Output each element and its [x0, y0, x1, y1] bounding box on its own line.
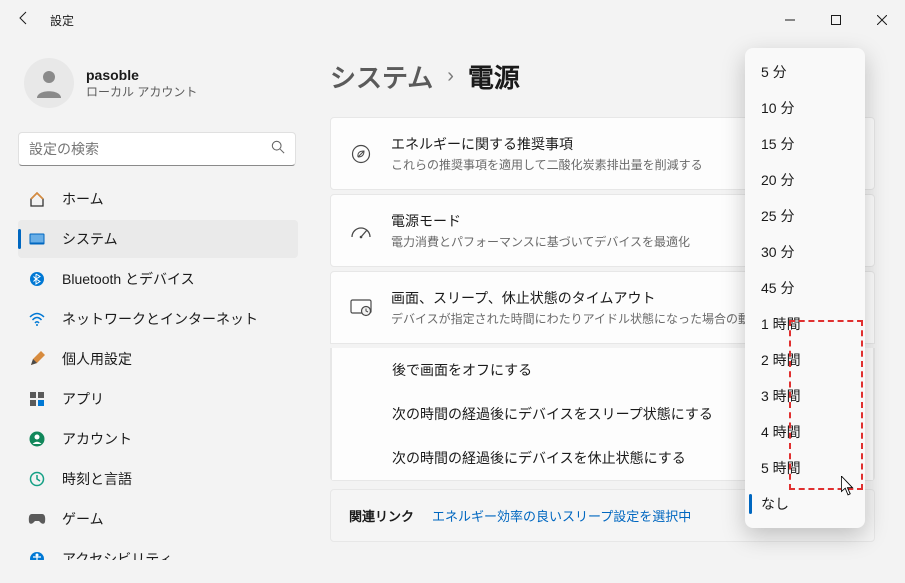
sidebar-item-label: Bluetooth とデバイス [62, 269, 195, 289]
search-field[interactable] [29, 141, 271, 157]
sidebar-item-gaming[interactable]: ゲーム [18, 500, 298, 538]
dropdown-option[interactable]: 25 分 [747, 198, 863, 234]
minimize-button[interactable] [767, 0, 813, 40]
gauge-icon [349, 223, 373, 239]
sidebar-item-accessibility[interactable]: アクセシビリティ [18, 540, 298, 560]
sidebar-item-home[interactable]: ホーム [18, 180, 298, 218]
time-icon [28, 470, 46, 488]
nav: ホーム システム Bluetooth とデバイス ネットワークとインターネット … [18, 180, 298, 560]
dropdown-option[interactable]: 1 時間 [747, 306, 863, 342]
sidebar-item-label: 個人用設定 [62, 349, 132, 369]
dropdown-option[interactable]: 20 分 [747, 162, 863, 198]
sidebar: pasoble ローカル アカウント ホーム システム Bluetooth とデ… [0, 40, 310, 583]
sidebar-item-label: ネットワークとインターネット [62, 309, 258, 329]
accounts-icon [28, 430, 46, 448]
close-button[interactable] [859, 0, 905, 40]
system-icon [28, 230, 46, 248]
sidebar-item-apps[interactable]: アプリ [18, 380, 298, 418]
network-icon [28, 310, 46, 328]
sidebar-item-label: アクセシビリティ [62, 549, 172, 560]
dropdown-option[interactable]: 45 分 [747, 270, 863, 306]
bluetooth-icon [28, 270, 46, 288]
maximize-button[interactable] [813, 0, 859, 40]
related-link[interactable]: エネルギー効率の良いスリープ設定を選択中 [432, 506, 691, 525]
screen-icon [349, 299, 373, 317]
breadcrumb-current: 電源 [468, 58, 520, 95]
avatar [24, 58, 74, 108]
gaming-icon [28, 510, 46, 528]
sidebar-item-label: ゲーム [62, 509, 104, 529]
card-sub: これらの推奨事項を適用して二酸化炭素排出量を削減する [391, 156, 762, 173]
leaf-icon [349, 144, 373, 164]
cursor-icon [841, 476, 855, 496]
sidebar-item-label: アカウント [62, 429, 132, 449]
dropdown-option[interactable]: 4 時間 [747, 414, 863, 450]
sidebar-item-system[interactable]: システム [18, 220, 298, 258]
search-input[interactable] [18, 132, 296, 166]
sidebar-item-network[interactable]: ネットワークとインターネット [18, 300, 298, 338]
sidebar-item-bluetooth[interactable]: Bluetooth とデバイス [18, 260, 298, 298]
sidebar-item-personalization[interactable]: 個人用設定 [18, 340, 298, 378]
dropdown-option[interactable]: 5 分 [747, 54, 863, 90]
dropdown-option[interactable]: 2 時間 [747, 342, 863, 378]
apps-icon [28, 390, 46, 408]
home-icon [28, 190, 46, 208]
sidebar-item-label: 時刻と言語 [62, 469, 132, 489]
profile[interactable]: pasoble ローカル アカウント [18, 40, 298, 128]
related-label: 関連リンク [349, 506, 414, 525]
dropdown-option[interactable]: 30 分 [747, 234, 863, 270]
dropdown-option[interactable]: 15 分 [747, 126, 863, 162]
breadcrumb-sep: › [447, 65, 454, 88]
accessibility-icon [28, 550, 46, 560]
search-icon [271, 140, 285, 159]
sidebar-item-time[interactable]: 時刻と言語 [18, 460, 298, 498]
back-button[interactable] [16, 10, 32, 31]
dropdown-option[interactable]: 3 時間 [747, 378, 863, 414]
card-title: エネルギーに関する推奨事項 [391, 134, 762, 154]
breadcrumb-parent[interactable]: システム [330, 58, 433, 95]
window-title: 設定 [50, 12, 74, 29]
sidebar-item-accounts[interactable]: アカウント [18, 420, 298, 458]
sidebar-item-label: ホーム [62, 189, 104, 209]
dropdown-option[interactable]: 10 分 [747, 90, 863, 126]
personalization-icon [28, 350, 46, 368]
sidebar-item-label: システム [62, 229, 118, 249]
titlebar: 設定 [0, 0, 905, 40]
timeout-dropdown[interactable]: 5 分10 分15 分20 分25 分30 分45 分1 時間2 時間3 時間4… [745, 48, 865, 528]
profile-name: pasoble [86, 67, 197, 83]
sidebar-item-label: アプリ [62, 389, 104, 409]
profile-sub: ローカル アカウント [86, 83, 197, 100]
